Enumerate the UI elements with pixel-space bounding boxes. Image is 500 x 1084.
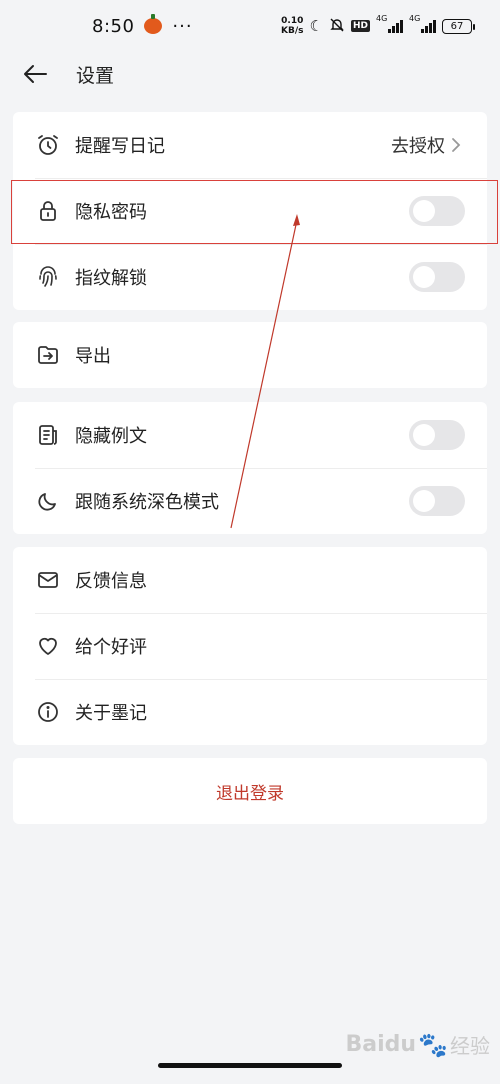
watermark-suffix: 经验 xyxy=(450,1034,490,1058)
dark-mode-row[interactable]: 跟随系统深色模式 xyxy=(13,468,487,534)
feedback-row[interactable]: 反馈信息 xyxy=(13,547,487,613)
mute-bell-icon xyxy=(329,17,345,36)
hd-badge: HD xyxy=(350,20,370,32)
export-row[interactable]: 导出 xyxy=(13,322,487,388)
fingerprint-toggle[interactable] xyxy=(409,262,465,292)
fingerprint-row[interactable]: 指纹解锁 xyxy=(13,244,487,310)
hide-example-row[interactable]: 隐藏例文 xyxy=(13,402,487,468)
document-icon xyxy=(35,422,61,448)
status-bar: 8:50 ··· 0.10 KB/s ☾ HD 4G 4G 67 xyxy=(0,0,500,52)
net-speed-value: 0.10 xyxy=(281,16,304,26)
info-icon xyxy=(35,699,61,725)
logout-card: 退出登录 xyxy=(13,758,487,824)
chevron-right-icon xyxy=(451,135,465,155)
moon-icon: ☾ xyxy=(309,17,323,35)
settings-card-about: 反馈信息 给个好评 关于墨记 xyxy=(13,547,487,745)
paw-icon: 🐾 xyxy=(418,1030,448,1059)
fingerprint-label: 指纹解锁 xyxy=(75,268,147,289)
export-folder-icon xyxy=(35,342,61,368)
moon-icon xyxy=(35,488,61,514)
status-time: 8:50 xyxy=(92,15,135,37)
highlight-box xyxy=(11,180,498,244)
hide-example-toggle[interactable] xyxy=(409,420,465,450)
about-label: 关于墨记 xyxy=(75,703,147,724)
watermark-brand: Baidu xyxy=(345,1032,417,1057)
dark-mode-label: 跟随系统深色模式 xyxy=(75,492,219,513)
settings-card-export: 导出 xyxy=(13,322,487,388)
page-title: 设置 xyxy=(76,64,115,87)
baidu-watermark: Baidu 🐾 经验 xyxy=(346,1030,490,1059)
reminder-label: 提醒写日记 xyxy=(75,136,165,157)
dark-mode-toggle[interactable] xyxy=(409,486,465,516)
feedback-label: 反馈信息 xyxy=(75,571,147,592)
fingerprint-icon xyxy=(35,264,61,290)
hide-example-label: 隐藏例文 xyxy=(75,426,147,447)
home-indicator[interactable] xyxy=(158,1063,342,1068)
arrow-left-icon xyxy=(24,65,47,83)
mail-icon xyxy=(35,567,61,593)
rate-label: 给个好评 xyxy=(75,637,147,658)
reminder-value: 去授权 xyxy=(391,136,445,157)
reminder-row[interactable]: 提醒写日记 去授权 xyxy=(13,112,487,178)
signal-icon-1: 4G xyxy=(376,14,403,33)
heart-icon xyxy=(35,633,61,659)
settings-card-display: 隐藏例文 跟随系统深色模式 xyxy=(13,402,487,534)
more-notifications-icon: ··· xyxy=(172,15,193,37)
rate-row[interactable]: 给个好评 xyxy=(13,613,487,679)
header: 设置 xyxy=(0,52,500,96)
about-row[interactable]: 关于墨记 xyxy=(13,679,487,745)
export-label: 导出 xyxy=(75,346,111,367)
app-notification-icon xyxy=(144,14,163,34)
alarm-clock-icon xyxy=(35,132,61,158)
net-speed-unit: KB/s xyxy=(281,26,304,36)
logout-button[interactable]: 退出登录 xyxy=(13,758,487,824)
signal-icon-2: 4G xyxy=(409,14,436,33)
battery-indicator: 67 xyxy=(442,18,475,34)
back-button[interactable] xyxy=(0,52,76,96)
net-speed: 0.10 KB/s xyxy=(281,16,303,36)
